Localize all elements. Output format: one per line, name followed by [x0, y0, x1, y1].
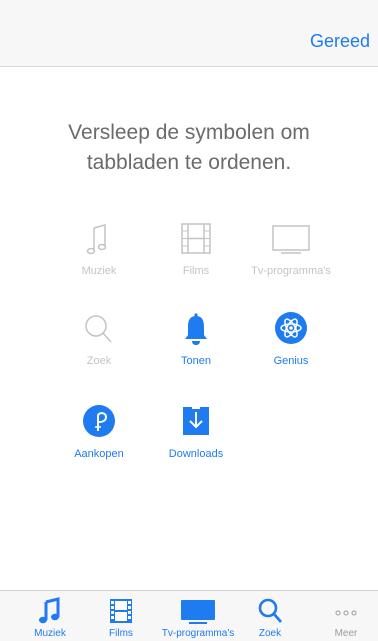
grid-label-downloads: Downloads	[168, 448, 224, 460]
grid-item-zoek[interactable]: Zoek	[44, 310, 154, 368]
navigation-bar: Gereed	[0, 0, 378, 67]
grid-item-downloads[interactable]: Downloads	[141, 403, 251, 461]
grid-item-tonen[interactable]: Tonen	[141, 310, 251, 368]
grid-label-tv: Tv-programma's	[251, 265, 331, 277]
tab-label-films: Films	[109, 628, 133, 639]
grid-item-tv[interactable]: Tv-programma's	[236, 220, 346, 278]
film-strip-icon	[107, 597, 135, 625]
grid-item-muziek[interactable]: Muziek	[44, 220, 154, 278]
purchased-icon	[79, 403, 119, 443]
genius-atom-icon	[271, 310, 311, 350]
tab-label-zoek: Zoek	[258, 628, 282, 639]
download-icon	[176, 403, 216, 443]
grid-label-muziek: Muziek	[81, 265, 117, 277]
film-strip-icon	[176, 220, 216, 260]
grid-item-aankopen[interactable]: Aankopen	[44, 403, 154, 461]
tab-label-meer: Meer	[334, 628, 358, 639]
grid-item-films[interactable]: Films	[141, 220, 251, 278]
more-dots-icon	[332, 597, 360, 625]
grid-label-zoek: Zoek	[86, 355, 112, 367]
music-note-icon	[36, 597, 64, 625]
tab-bar: Muziek Films Tv-programma's Zoek Meer	[0, 590, 378, 641]
tab-label-muziek: Muziek	[34, 628, 66, 639]
grid-item-genius[interactable]: Genius	[236, 310, 346, 368]
instructions-line-1: Versleep de symbolen om	[68, 121, 310, 144]
grid-label-genius: Genius	[273, 355, 309, 367]
music-note-icon	[79, 220, 119, 260]
instructions-text: Versleep de symbolen om tabbladen te ord…	[0, 118, 378, 178]
tab-label-tv: Tv-programma's	[161, 628, 235, 639]
done-button[interactable]: Gereed	[310, 30, 370, 52]
tv-icon	[180, 597, 216, 625]
grid-label-films: Films	[182, 265, 210, 277]
grid-label-tonen: Tonen	[181, 355, 211, 367]
search-icon	[79, 310, 119, 350]
tab-films[interactable]: Films	[96, 591, 146, 641]
tv-icon	[271, 220, 311, 260]
tab-muziek[interactable]: Muziek	[22, 591, 78, 641]
search-icon	[256, 597, 284, 625]
tab-zoek[interactable]: Zoek	[250, 591, 290, 641]
grid-label-aankopen: Aankopen	[74, 448, 124, 460]
tab-meer[interactable]: Meer	[322, 591, 370, 641]
bell-icon	[176, 310, 216, 350]
instructions-line-2: tabbladen te ordenen.	[86, 151, 292, 174]
tab-customize-screen: Gereed Versleep de symbolen om tabbladen…	[0, 0, 378, 641]
tab-tv[interactable]: Tv-programma's	[152, 591, 244, 641]
